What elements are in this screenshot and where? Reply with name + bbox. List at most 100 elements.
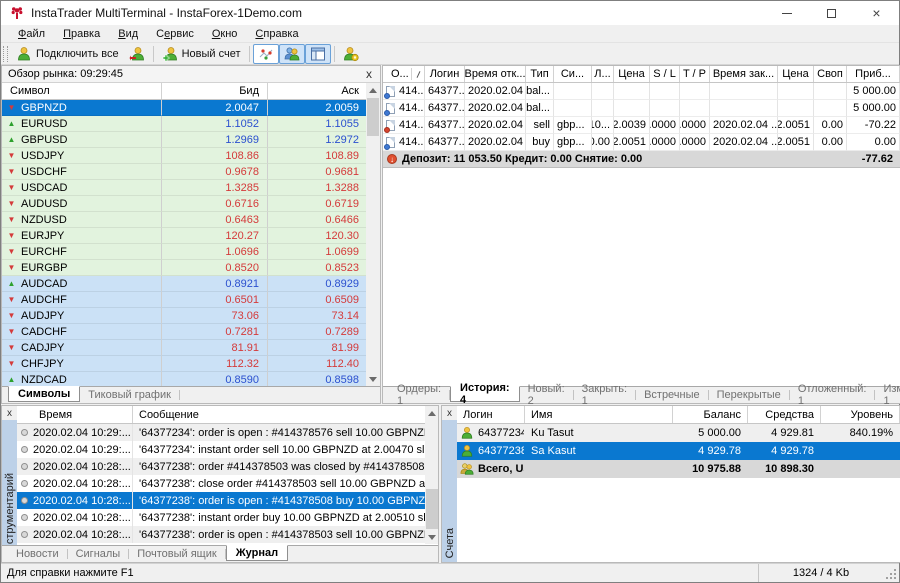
journal-row[interactable]: 2020.02.04 10:28:... '64377238': order i… bbox=[17, 526, 438, 543]
column-header-message[interactable]: Сообщение bbox=[133, 406, 438, 423]
account-row[interactable]: 64377238 Sa Kasut 4 929.78 4 929.78 bbox=[457, 442, 900, 460]
column-header-lots[interactable]: Л... bbox=[592, 66, 614, 82]
history-tab[interactable]: Изменить: 1 bbox=[875, 390, 900, 400]
layout-toggle-button[interactable] bbox=[305, 44, 331, 64]
scroll-down-icon[interactable] bbox=[366, 372, 380, 386]
column-header-swap[interactable]: Своп bbox=[814, 66, 847, 82]
column-header-type[interactable]: Тип bbox=[526, 66, 554, 82]
price-direction-icon bbox=[7, 103, 16, 112]
new-account-button[interactable]: Новый счет bbox=[157, 44, 246, 64]
journal-tab[interactable]: Сигналы bbox=[68, 549, 130, 559]
scroll-down-icon[interactable] bbox=[425, 530, 439, 544]
column-header-profit[interactable]: Приб... bbox=[847, 66, 900, 82]
order-row[interactable]: 414... 64377... 2020.02.04 ... bal... 5 … bbox=[383, 100, 900, 117]
market-watch-close-button[interactable]: x bbox=[362, 67, 376, 81]
journal-scrollbar[interactable] bbox=[425, 406, 438, 544]
resize-grip[interactable] bbox=[883, 564, 899, 582]
scroll-up-icon[interactable] bbox=[425, 406, 439, 420]
minimize-button[interactable] bbox=[764, 1, 809, 25]
scroll-up-icon[interactable] bbox=[366, 83, 380, 97]
journal-row[interactable]: 2020.02.04 10:29:... '64377234': order i… bbox=[17, 424, 438, 441]
column-header-login[interactable]: Логин bbox=[457, 406, 525, 423]
order-row[interactable]: 414... 64377... 2020.02.04 ... buy gbp..… bbox=[383, 134, 900, 151]
journal-tab[interactable]: Новости bbox=[8, 549, 68, 559]
symbol-row[interactable]: EURUSD 1.1052 1.1055 bbox=[2, 116, 380, 132]
column-header-level[interactable]: Уровень bbox=[821, 406, 900, 423]
column-header-name[interactable]: Имя bbox=[525, 406, 673, 423]
market-watch-tab[interactable]: Тиковый график bbox=[80, 390, 180, 400]
symbol-row[interactable]: GBPUSD 1.2969 1.2972 bbox=[2, 132, 380, 148]
column-header-tp[interactable]: T / P bbox=[680, 66, 710, 82]
menu-item[interactable]: Правка bbox=[54, 27, 109, 41]
column-header-equity[interactable]: Средства bbox=[748, 406, 821, 423]
scrollbar-thumb[interactable] bbox=[367, 98, 379, 136]
column-header-open-time[interactable]: Время отк... bbox=[465, 66, 526, 82]
order-row[interactable]: 414... 64377... 2020.02.04 ... sell gbp.… bbox=[383, 117, 900, 134]
column-header-login[interactable]: Логин bbox=[425, 66, 465, 82]
history-tab[interactable]: Перекрытые bbox=[709, 390, 790, 400]
symbol-row[interactable]: USDCHF 0.9678 0.9681 bbox=[2, 164, 380, 180]
menu-item[interactable]: Сервис bbox=[147, 27, 203, 41]
symbol-row[interactable]: AUDJPY 73.06 73.14 bbox=[2, 308, 380, 324]
total-profit-value: -77.62 bbox=[862, 153, 896, 165]
account-row[interactable]: 64377234 Ku Tasut 5 000.00 4 929.81 840.… bbox=[457, 424, 900, 442]
account-settings-button[interactable] bbox=[338, 44, 364, 64]
order-row[interactable]: 414... 64377... 2020.02.04 ... bal... 5 … bbox=[383, 83, 900, 100]
column-header-close-price[interactable]: Цена bbox=[778, 66, 814, 82]
history-tab[interactable]: Новый: 2 bbox=[520, 390, 574, 400]
journal-tab[interactable]: Почтовый ящик bbox=[129, 549, 225, 559]
menu-item[interactable]: Файл bbox=[9, 27, 54, 41]
tick-chart-toggle-button[interactable] bbox=[253, 44, 279, 64]
disconnect-all-button[interactable] bbox=[124, 44, 150, 64]
journal-close-button[interactable]: x bbox=[2, 406, 17, 420]
symbol-row[interactable]: EURCHF 1.0696 1.0699 bbox=[2, 244, 380, 260]
symbol-row[interactable]: CHFJPY 112.32 112.40 bbox=[2, 356, 380, 372]
column-header-balance[interactable]: Баланс bbox=[673, 406, 748, 423]
account-row[interactable]: Всего, USD 10 975.88 10 898.30 bbox=[457, 460, 900, 478]
maximize-button[interactable] bbox=[809, 1, 854, 25]
history-tab[interactable]: Отложенный: 1 bbox=[790, 390, 876, 400]
history-tab[interactable]: Ордеры: 1 bbox=[389, 390, 450, 400]
symbol-row[interactable]: CADCHF 0.7281 0.7289 bbox=[2, 324, 380, 340]
symbol-row[interactable]: GBPNZD 2.0047 2.0059 bbox=[2, 100, 380, 116]
column-header-symbol[interactable]: Си... bbox=[554, 66, 592, 82]
column-header-bid[interactable]: Бид bbox=[162, 83, 268, 99]
column-header-symbol[interactable]: Символ bbox=[2, 83, 162, 99]
journal-row[interactable]: 2020.02.04 10:28:... '64377238': order i… bbox=[17, 492, 438, 509]
journal-tab[interactable]: Журнал bbox=[226, 545, 288, 561]
market-watch-scrollbar[interactable] bbox=[366, 83, 380, 386]
toolbar-grip[interactable] bbox=[3, 46, 8, 62]
journal-row[interactable]: 2020.02.04 10:28:... '64377238': close o… bbox=[17, 475, 438, 492]
close-button[interactable]: × bbox=[854, 1, 899, 25]
accounts-view-toggle-button[interactable] bbox=[279, 44, 305, 64]
column-header-close-time[interactable]: Время зак... bbox=[710, 66, 778, 82]
market-watch-tab[interactable]: Символы bbox=[8, 386, 80, 402]
order-type: bal... bbox=[526, 83, 554, 100]
journal-row[interactable]: 2020.02.04 10:28:... '64377238': order #… bbox=[17, 458, 438, 475]
column-header-price[interactable]: Цена bbox=[614, 66, 650, 82]
column-header-order[interactable]: О... bbox=[383, 66, 425, 82]
symbol-row[interactable]: USDJPY 108.86 108.89 bbox=[2, 148, 380, 164]
menu-item[interactable]: Справка bbox=[246, 27, 307, 41]
symbol-row[interactable]: AUDCHF 0.6501 0.6509 bbox=[2, 292, 380, 308]
symbol-row[interactable]: CADJPY 81.91 81.99 bbox=[2, 340, 380, 356]
symbol-row[interactable]: AUDCAD 0.8921 0.8929 bbox=[2, 276, 380, 292]
symbol-row[interactable]: EURGBP 0.8520 0.8523 bbox=[2, 260, 380, 276]
menu-item[interactable]: Окно bbox=[203, 27, 247, 41]
accounts-close-button[interactable]: x bbox=[442, 406, 457, 420]
column-header-ask[interactable]: Аск bbox=[268, 83, 368, 99]
scrollbar-thumb[interactable] bbox=[426, 489, 438, 529]
history-tab[interactable]: Закрыть: 1 bbox=[574, 390, 636, 400]
journal-row[interactable]: 2020.02.04 10:28:... '64377238': instant… bbox=[17, 509, 438, 526]
symbol-row[interactable]: AUDUSD 0.6716 0.6719 bbox=[2, 196, 380, 212]
column-header-time[interactable]: Время bbox=[17, 406, 133, 423]
symbol-row[interactable]: USDCAD 1.3285 1.3288 bbox=[2, 180, 380, 196]
connect-all-button[interactable]: Подключить все bbox=[11, 44, 124, 64]
menu-item[interactable]: Вид bbox=[109, 27, 147, 41]
history-tab[interactable]: История: 4 bbox=[450, 386, 520, 402]
column-header-sl[interactable]: S / L bbox=[650, 66, 680, 82]
symbol-row[interactable]: NZDUSD 0.6463 0.6466 bbox=[2, 212, 380, 228]
history-tab[interactable]: Встречные bbox=[636, 390, 709, 400]
journal-row[interactable]: 2020.02.04 10:29:... '64377234': instant… bbox=[17, 441, 438, 458]
symbol-row[interactable]: EURJPY 120.27 120.30 bbox=[2, 228, 380, 244]
